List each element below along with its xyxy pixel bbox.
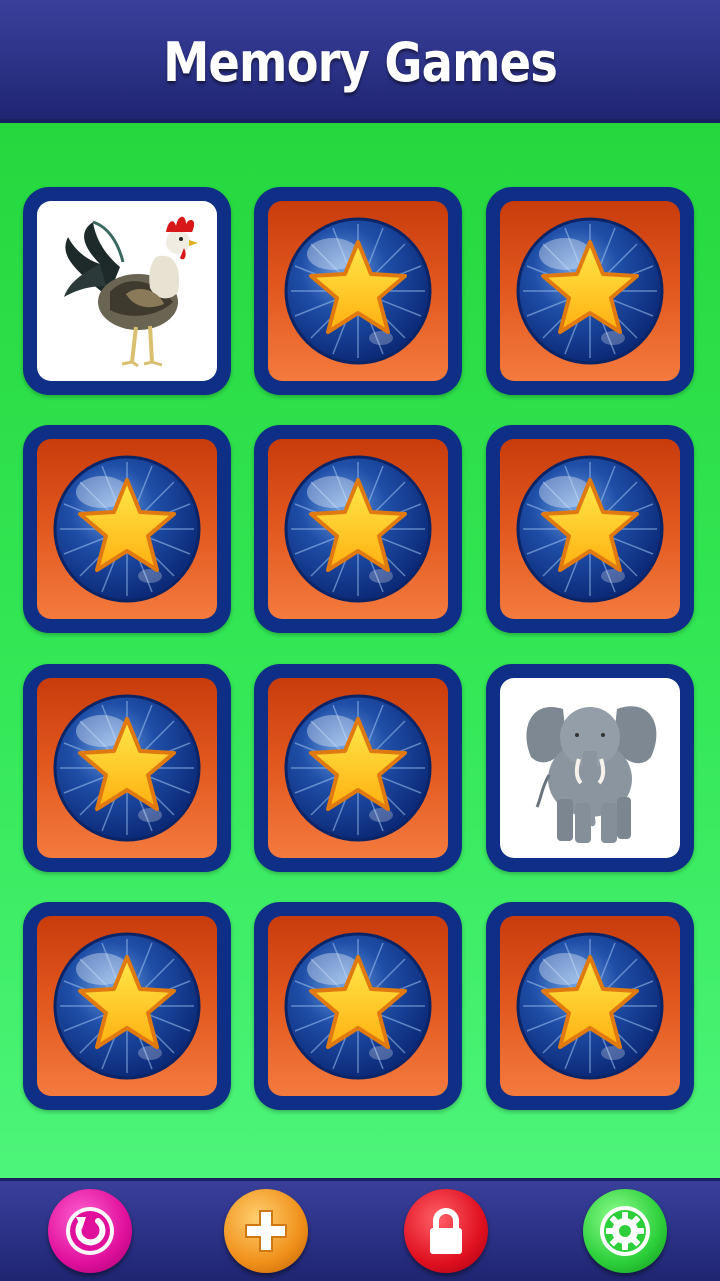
card-7[interactable] <box>23 664 231 872</box>
app-title: Memory Games <box>162 31 558 94</box>
card-5[interactable] <box>254 425 462 633</box>
card-back <box>268 916 448 1096</box>
card-8[interactable] <box>254 664 462 872</box>
card-back <box>268 439 448 619</box>
star-icon <box>283 693 433 843</box>
card-back <box>37 916 217 1096</box>
card-12[interactable] <box>486 902 694 1110</box>
card-9[interactable] <box>486 664 694 872</box>
rooster-image <box>64 216 198 368</box>
card-2[interactable] <box>254 187 462 395</box>
restart-button[interactable] <box>48 1189 132 1273</box>
star-icon <box>515 216 665 366</box>
card-back <box>37 439 217 619</box>
gear-icon <box>600 1206 650 1256</box>
card-face-up <box>37 201 217 381</box>
card-back <box>268 678 448 858</box>
card-11[interactable] <box>254 902 462 1110</box>
star-icon <box>52 931 202 1081</box>
card-1[interactable] <box>23 187 231 395</box>
card-back <box>500 439 680 619</box>
star-icon <box>52 454 202 604</box>
card-back <box>268 201 448 381</box>
lock-button[interactable] <box>404 1189 488 1273</box>
settings-button[interactable] <box>583 1189 667 1273</box>
elephant-image <box>526 706 657 843</box>
card-10[interactable] <box>23 902 231 1110</box>
star-icon <box>283 216 433 366</box>
add-button[interactable] <box>224 1189 308 1273</box>
star-icon <box>52 693 202 843</box>
card-face-up <box>500 678 680 858</box>
plus-icon <box>245 1210 287 1252</box>
card-3[interactable] <box>486 187 694 395</box>
card-6[interactable] <box>486 425 694 633</box>
card-back <box>500 201 680 381</box>
star-icon <box>283 454 433 604</box>
card-back <box>500 916 680 1096</box>
star-icon <box>283 931 433 1081</box>
lock-icon <box>430 1208 462 1254</box>
card-back <box>37 678 217 858</box>
restart-icon <box>66 1207 114 1255</box>
star-icon <box>515 931 665 1081</box>
card-4[interactable] <box>23 425 231 633</box>
star-icon <box>515 454 665 604</box>
toolbar <box>0 1178 720 1281</box>
header-bar: Memory Games <box>0 0 720 123</box>
